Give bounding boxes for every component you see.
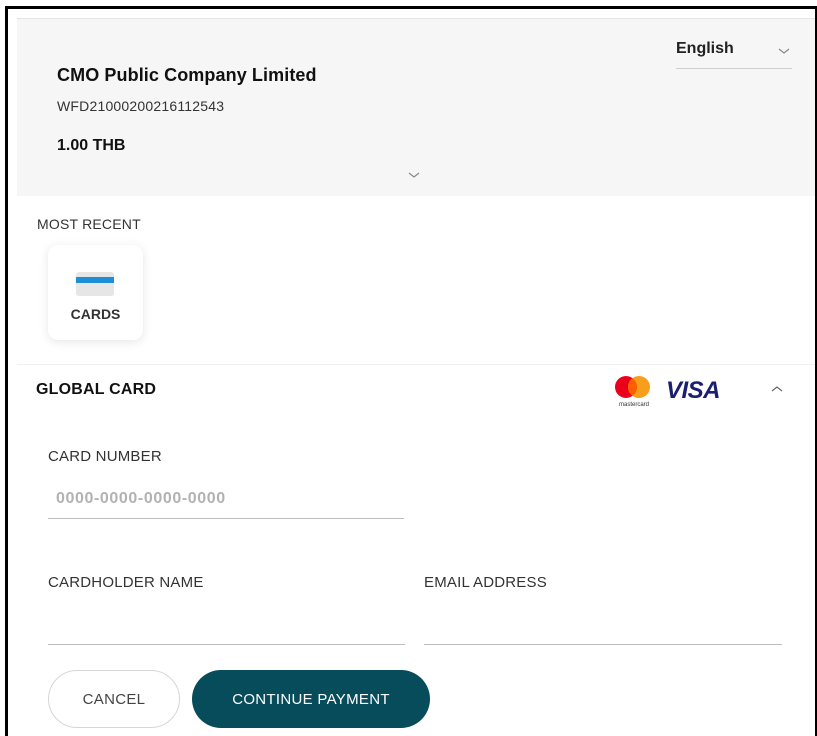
email-address-label: EMAIL ADDRESS bbox=[424, 574, 547, 591]
merchant-name: CMO Public Company Limited bbox=[57, 65, 317, 85]
card-number-label: CARD NUMBER bbox=[48, 448, 162, 465]
credit-card-icon bbox=[76, 272, 114, 296]
order-id: WFD21000200216112543 bbox=[57, 98, 225, 114]
continue-payment-button[interactable]: CONTINUE PAYMENT bbox=[192, 670, 430, 728]
most-recent-heading: MOST RECENT bbox=[37, 216, 141, 232]
global-card-heading: GLOBAL CARD bbox=[36, 381, 157, 398]
language-selector[interactable]: English bbox=[676, 37, 792, 69]
visa-logo: VISA bbox=[666, 377, 721, 404]
cancel-button[interactable]: CANCEL bbox=[48, 670, 180, 728]
mastercard-caption: mastercard bbox=[619, 402, 649, 408]
mastercard-logo-icon: mastercard bbox=[615, 376, 650, 408]
order-summary-header: CMO Public Company Limited WFD2100020021… bbox=[17, 18, 815, 196]
cardholder-name-label: CARDHOLDER NAME bbox=[48, 574, 204, 591]
email-address-input[interactable] bbox=[424, 606, 782, 645]
expand-details-icon[interactable] bbox=[406, 167, 422, 183]
cardholder-name-input[interactable] bbox=[48, 606, 405, 645]
payment-amount: 1.00 THB bbox=[57, 137, 126, 154]
chevron-up-icon[interactable] bbox=[771, 383, 783, 395]
recent-method-label: CARDS bbox=[70, 306, 121, 322]
card-number-input[interactable] bbox=[48, 480, 404, 519]
section-divider bbox=[17, 364, 815, 365]
recent-method-cards[interactable]: CARDS bbox=[48, 245, 143, 340]
chevron-down-icon bbox=[778, 48, 790, 54]
language-selected: English bbox=[676, 40, 734, 57]
